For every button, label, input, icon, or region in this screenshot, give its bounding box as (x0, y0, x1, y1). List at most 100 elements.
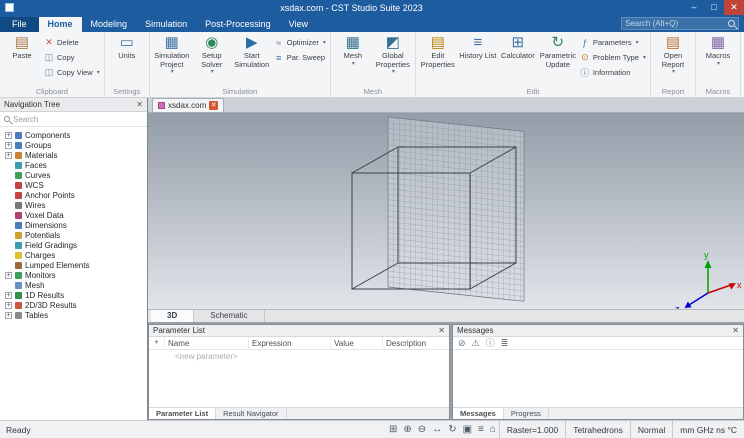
nav-item-curves[interactable]: Curves (5, 170, 147, 180)
start-simulation-button[interactable]: ▶ Start Simulation (232, 32, 272, 84)
tab-parameter-list[interactable]: Parameter List (149, 408, 217, 419)
pan-icon[interactable]: ↔ (429, 424, 445, 435)
minimize-button[interactable]: – (684, 0, 704, 15)
expander-icon[interactable]: + (5, 151, 12, 159)
copy-view-button[interactable]: ◫ Copy View ▾ (42, 65, 102, 80)
messages-body[interactable] (453, 350, 743, 407)
problem-type-button[interactable]: ⊙ Problem Type ▾ (578, 50, 648, 65)
close-button[interactable]: ✕ (724, 0, 744, 15)
view-tab-3d[interactable]: 3D (151, 310, 195, 322)
tab-post-processing[interactable]: Post-Processing (196, 17, 280, 32)
nav-item-wires[interactable]: Wires (5, 200, 147, 210)
tab-modeling[interactable]: Modeling (82, 17, 137, 32)
units-button[interactable]: ▭ Units (107, 32, 147, 84)
message-options-icon[interactable]: ≣ (501, 337, 509, 350)
nav-item-mesh[interactable]: Mesh (5, 280, 147, 290)
expander-icon[interactable]: + (5, 291, 12, 299)
nav-item-1d-results[interactable]: +1D Results (5, 290, 147, 300)
par-sweep-button[interactable]: ≡ Par. Sweep (272, 50, 328, 65)
tab-home[interactable]: Home (38, 17, 82, 32)
parameter-table-body[interactable]: <new parameter> (149, 350, 449, 407)
tab-messages[interactable]: Messages (453, 408, 504, 419)
column-description[interactable]: Description (383, 337, 449, 349)
expander-icon[interactable]: + (5, 131, 12, 139)
tab-file[interactable]: File (0, 17, 39, 32)
delete-button[interactable]: ✕ Delete (42, 35, 102, 50)
parameters-button[interactable]: ƒ Parameters ▾ (578, 35, 648, 50)
macros-button[interactable]: ▦ Macros ▾ (698, 32, 738, 84)
optimizer-button[interactable]: ≈ Optimizer ▾ (272, 35, 328, 50)
clear-messages-icon[interactable]: ⊘ (458, 337, 466, 350)
view-tab-schematic[interactable]: Schematic (194, 310, 265, 322)
paste-button[interactable]: ▤ Paste (2, 32, 42, 84)
grid-snap-icon[interactable]: ⊞ (386, 424, 400, 435)
mesh-type-indicator[interactable]: Tetrahedrons (565, 421, 630, 438)
zoom-out-icon[interactable]: ⊖ (415, 424, 429, 435)
nav-item-charges[interactable]: Charges (5, 250, 147, 260)
info-filter-icon[interactable]: ⓘ (486, 337, 495, 350)
nav-item-groups[interactable]: + Groups (5, 140, 147, 150)
tab-simulation[interactable]: Simulation (136, 17, 196, 32)
expander-icon[interactable]: + (5, 301, 12, 309)
global-search-box[interactable] (621, 17, 739, 30)
close-document-icon[interactable]: ✕ (209, 101, 219, 110)
maximize-button[interactable]: □ (704, 0, 724, 15)
tab-result-navigator[interactable]: Result Navigator (216, 408, 287, 419)
document-tab[interactable]: xsdax.com ✕ (152, 98, 225, 112)
column-name[interactable]: Name (165, 337, 249, 349)
status-bar: Ready ⊞ ⊕ ⊖ ↔ ↻ ▣ ≡ ⌂ Raster=1.000 Tetra… (0, 420, 744, 438)
history-list-button[interactable]: ≡ History List (458, 32, 498, 84)
nav-item-wcs[interactable]: WCS (5, 180, 147, 190)
nav-item-voxel-data[interactable]: Voxel Data (5, 210, 147, 220)
close-parameter-list-icon[interactable]: ✕ (438, 326, 445, 335)
column-value[interactable]: Value (331, 337, 383, 349)
dropdown-icon: ▾ (170, 69, 174, 76)
new-parameter-row[interactable]: <new parameter> (149, 350, 449, 361)
units-indicator[interactable]: mm GHz ns °C (672, 421, 744, 438)
nav-item-components[interactable]: + Components (5, 130, 147, 140)
copy-button[interactable]: ◫ Copy (42, 50, 102, 65)
column-expression[interactable]: Expression (249, 337, 331, 349)
rotate-view-icon[interactable]: ↻ (445, 424, 459, 435)
parametric-update-button[interactable]: ↻ Parametric Update (538, 32, 578, 84)
nav-item-anchor-points[interactable]: Anchor Points (5, 190, 147, 200)
home-view-icon[interactable]: ⌂ (487, 424, 499, 435)
simulation-project-button[interactable]: ▦ Simulation Project ▾ (152, 32, 192, 84)
expander-icon[interactable]: + (5, 311, 12, 319)
search-input[interactable] (625, 19, 728, 28)
nav-item-dimensions[interactable]: Dimensions (5, 220, 147, 230)
messages-toolbar: ⊘ ⚠ ⓘ ≣ (453, 337, 743, 350)
nav-item-tables[interactable]: + Tables (5, 310, 147, 320)
expander-icon[interactable]: + (5, 271, 12, 279)
nav-search-input[interactable] (13, 114, 143, 124)
information-button[interactable]: ⓘ Information (578, 65, 648, 80)
edit-properties-button[interactable]: ▤ Edit Properties (418, 32, 458, 84)
zoom-in-icon[interactable]: ⊕ (400, 424, 414, 435)
parameter-list-panel: Parameter List ✕ ▼ Name Expression Value… (148, 324, 450, 420)
nav-item-field-gradings[interactable]: Field Gradings (5, 240, 147, 250)
filter-icon[interactable]: ▼ (149, 337, 165, 349)
raster-indicator[interactable]: Raster=1.000 (498, 421, 565, 438)
expander-icon[interactable]: + (5, 141, 12, 149)
tab-progress[interactable]: Progress (504, 408, 549, 419)
setup-solver-button[interactable]: ◉ Setup Solver ▾ (192, 32, 232, 84)
tab-view[interactable]: View (280, 17, 317, 32)
list-view-icon[interactable]: ≡ (475, 424, 487, 435)
nav-item-monitors[interactable]: + Monitors (5, 270, 147, 280)
viewport-3d[interactable]: y x z (148, 113, 744, 309)
warnings-filter-icon[interactable]: ⚠ (472, 337, 480, 350)
nav-item-materials[interactable]: + Materials (5, 150, 147, 160)
close-nav-icon[interactable]: ✕ (136, 100, 143, 109)
close-messages-icon[interactable]: ✕ (732, 326, 739, 335)
nav-item-2d-3d-results[interactable]: +2D/3D Results (5, 300, 147, 310)
select-box-icon[interactable]: ▣ (460, 424, 475, 435)
nav-item-faces[interactable]: Faces (5, 160, 147, 170)
global-properties-button[interactable]: ◩ Global Properties ▾ (373, 32, 413, 84)
open-report-button[interactable]: ▤ Open Report ▾ (653, 32, 693, 84)
view-mode-indicator[interactable]: Normal (629, 421, 672, 438)
nav-item-lumped-elements[interactable]: Lumped Elements (5, 260, 147, 270)
nav-item-potentials[interactable]: Potentials (5, 230, 147, 240)
calculator-button[interactable]: ⊞ Calculator (498, 32, 538, 84)
mesh-button[interactable]: ▦ Mesh ▾ (333, 32, 373, 84)
nav-search-box[interactable] (0, 112, 147, 127)
